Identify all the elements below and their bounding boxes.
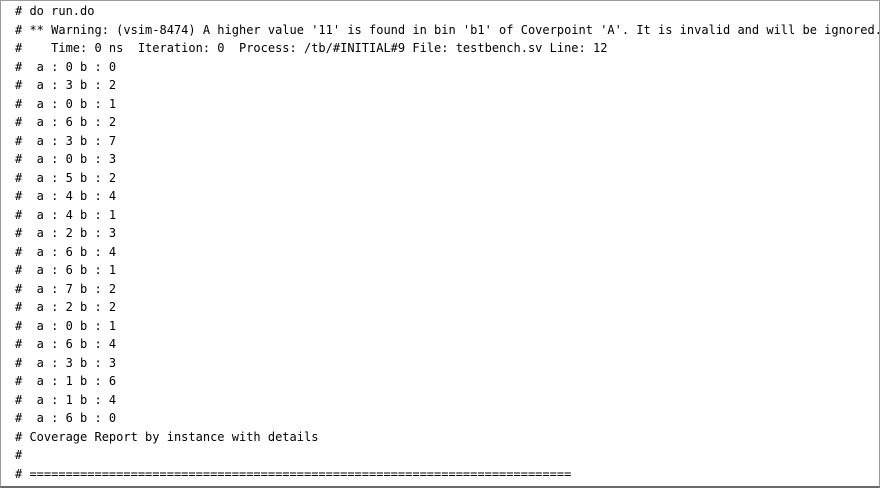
transcript-line: # do run.do bbox=[15, 4, 95, 18]
transcript-line: # a : 3 b : 3 bbox=[15, 355, 117, 370]
transcript-output: # do run.do # ** Warning: (vsim-8474) A … bbox=[15, 2, 879, 483]
transcript-line: # a : 2 b : 3 bbox=[15, 226, 117, 240]
transcript-line: # a : 1 b : 4 bbox=[15, 392, 117, 407]
transcript-line: # a : 5 b : 2 bbox=[15, 170, 117, 185]
transcript-line: # a : 0 b : 1 bbox=[15, 318, 117, 333]
transcript-line: # a : 6 b : 2 bbox=[15, 115, 117, 129]
transcript-line: # Coverage Report by instance with detai… bbox=[15, 429, 319, 444]
transcript-line: # a : 2 b : 2 bbox=[15, 300, 117, 314]
transcript-line: # bbox=[15, 448, 23, 462]
transcript-line: # ** Warning: (vsim-8474) A higher value… bbox=[15, 22, 879, 37]
transcript-line: # a : 6 b : 1 bbox=[15, 263, 117, 277]
transcript-line: # a : 4 b : 1 bbox=[15, 207, 117, 222]
transcript-line: # a : 6 b : 0 bbox=[15, 411, 117, 425]
transcript-line: # a : 6 b : 4 bbox=[15, 337, 117, 351]
transcript-line: # a : 3 b : 2 bbox=[15, 78, 117, 92]
transcript-line: # a : 0 b : 0 bbox=[15, 59, 117, 74]
transcript-line: # ======================================… bbox=[15, 466, 572, 481]
transcript-line: # a : 6 b : 4 bbox=[15, 244, 117, 259]
transcript-line: # a : 0 b : 1 bbox=[15, 96, 117, 111]
transcript-line: # a : 0 b : 3 bbox=[15, 152, 117, 166]
transcript-line: # a : 3 b : 7 bbox=[15, 133, 117, 148]
transcript-line: # Time: 0 ns Iteration: 0 Process: /tb/#… bbox=[15, 41, 608, 55]
transcript-line: # a : 7 b : 2 bbox=[15, 281, 117, 296]
transcript-line: # a : 1 b : 6 bbox=[15, 374, 117, 388]
transcript-line: # a : 4 b : 4 bbox=[15, 189, 117, 203]
transcript-window[interactable]: # do run.do # ** Warning: (vsim-8474) A … bbox=[0, 0, 880, 488]
